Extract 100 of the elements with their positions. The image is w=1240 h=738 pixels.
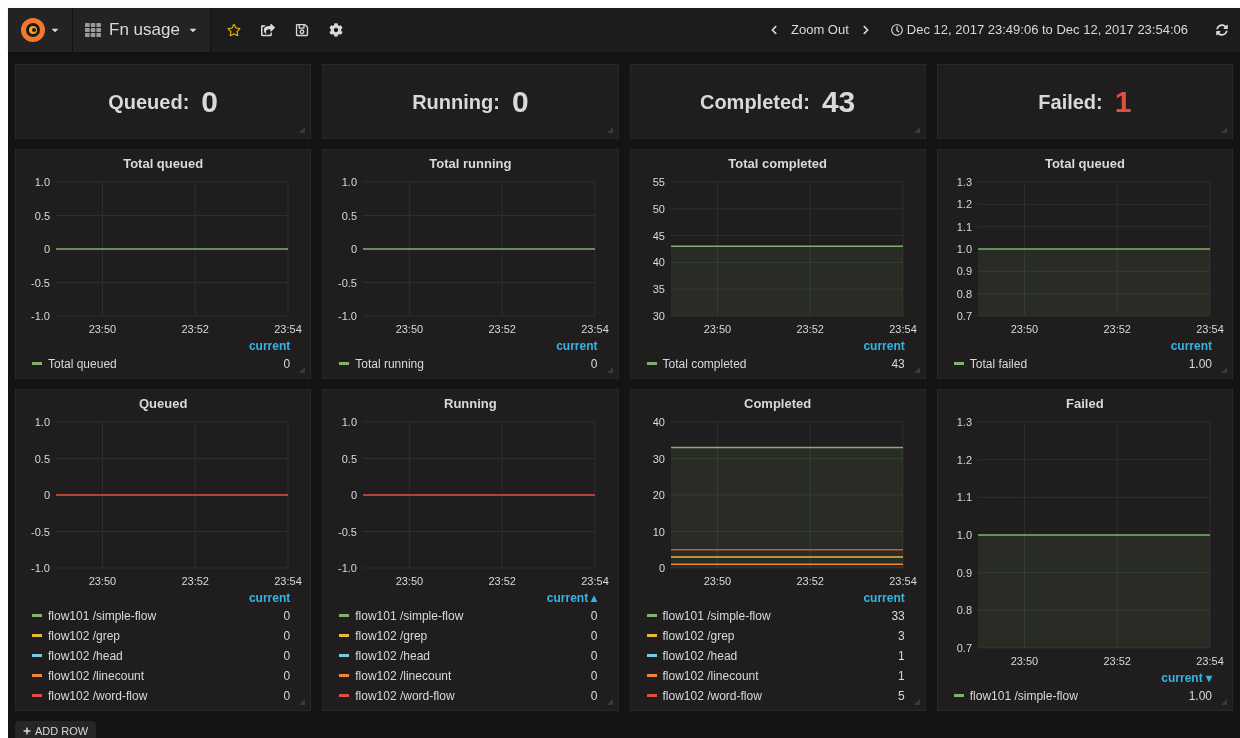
resize-handle-icon[interactable] <box>912 698 921 706</box>
resize-handle-icon[interactable] <box>912 126 921 134</box>
stat-label: Failed: <box>1038 89 1103 115</box>
y-axis-label: -0.5 <box>338 276 358 288</box>
x-axis-label: 23:52 <box>1103 322 1131 335</box>
resize-handle-icon[interactable] <box>298 698 307 706</box>
x-axis-label: 23:50 <box>1010 322 1038 335</box>
share-icon[interactable] <box>260 23 275 37</box>
legend-series-name[interactable]: Total failed <box>969 354 1028 373</box>
legend-series-name[interactable]: Total queued <box>48 354 117 373</box>
y-axis-label: 1.2 <box>956 453 972 466</box>
legend-series-name[interactable]: flow101 /simple-flow <box>969 686 1078 705</box>
y-axis-label: 1.1 <box>956 490 972 503</box>
legend-series-name[interactable]: flow102 /linecount <box>662 666 759 685</box>
legend-current-value: 3 <box>898 627 906 645</box>
legend-header[interactable]: current <box>556 339 598 352</box>
x-axis-label: 23:52 <box>488 322 517 335</box>
y-axis-label: 1.0 <box>341 415 358 428</box>
panel-title[interactable]: Completed <box>744 394 812 414</box>
x-axis-label: 23:52 <box>1103 654 1131 667</box>
legend-header[interactable]: current ▾ <box>1161 671 1212 684</box>
resize-handle-icon[interactable] <box>912 366 921 374</box>
resize-handle-icon[interactable] <box>1220 366 1228 374</box>
save-icon[interactable] <box>294 23 309 37</box>
resize-handle-icon[interactable] <box>605 126 614 134</box>
legend-series-name[interactable]: flow101 /simple-flow <box>355 606 464 625</box>
x-axis-label: 23:50 <box>703 574 731 587</box>
legend-current-value: 0 <box>283 647 292 665</box>
refresh-icon <box>1216 24 1228 36</box>
y-axis-label: 40 <box>652 415 665 428</box>
dashboard-picker[interactable]: Fn usage <box>73 8 211 52</box>
y-axis-label: 0.5 <box>34 209 50 221</box>
resize-handle-icon[interactable] <box>605 366 614 374</box>
panel-title[interactable]: Failed <box>1066 394 1104 414</box>
legend-series-name[interactable]: flow101 /simple-flow <box>662 606 771 625</box>
resize-handle-icon[interactable] <box>298 366 307 374</box>
x-axis-label: 23:52 <box>181 574 209 587</box>
grafana-menu-button[interactable] <box>8 8 73 52</box>
legend-header[interactable]: current <box>863 339 905 352</box>
legend-series-name[interactable]: flow102 /head <box>355 646 430 665</box>
legend-series-name[interactable]: flow102 /head <box>662 646 738 665</box>
y-axis-label: 55 <box>652 175 665 188</box>
x-axis-label: 23:54 <box>581 574 609 587</box>
legend-series-name[interactable]: flow102 /grep <box>355 626 428 645</box>
y-axis-label: 50 <box>652 202 665 215</box>
resize-handle-icon[interactable] <box>1220 126 1228 134</box>
panel-title[interactable]: Queued <box>138 394 188 414</box>
stat-label: Queued: <box>108 89 190 115</box>
panel-title[interactable]: Total queued <box>1044 154 1125 174</box>
zoom-out-button[interactable]: Zoom Out <box>787 20 853 40</box>
resize-handle-icon[interactable] <box>1220 698 1228 706</box>
add-row-button[interactable]: ADD ROW <box>15 721 97 738</box>
legend-header[interactable]: current <box>248 591 291 604</box>
legend-current-value: 1 <box>898 667 906 685</box>
panel-title[interactable]: Running <box>444 394 497 414</box>
legend-series-name[interactable]: flow102 /word-flow <box>355 686 455 705</box>
legend-current-value: 0 <box>283 355 292 373</box>
legend-series-name[interactable]: flow102 /grep <box>662 626 735 645</box>
legend-series-name[interactable]: flow102 /grep <box>48 626 121 645</box>
stat-label: Completed: <box>699 89 810 115</box>
panel-title[interactable]: Total completed <box>728 154 827 174</box>
y-axis-label: 1.0 <box>34 175 50 188</box>
x-axis-label: 23:54 <box>1196 322 1224 335</box>
legend-series-name[interactable]: flow101 /simple-flow <box>48 606 157 625</box>
settings-icon[interactable] <box>328 23 343 37</box>
y-axis-label: 0.5 <box>34 452 50 464</box>
legend-series-name[interactable]: Total completed <box>662 354 747 373</box>
legend-current-value: 43 <box>891 355 906 373</box>
y-axis-label: -0.5 <box>31 525 50 537</box>
y-axis-label: 40 <box>652 255 665 268</box>
y-axis-label: -1.0 <box>31 561 50 574</box>
x-axis-label: 23:54 <box>274 574 302 587</box>
resize-handle-icon[interactable] <box>605 698 614 706</box>
y-axis-label: 35 <box>652 282 665 295</box>
legend-series-name[interactable]: flow102 /word-flow <box>662 686 762 705</box>
resize-handle-icon[interactable] <box>298 126 307 134</box>
chevron-left-icon <box>769 25 780 35</box>
legend-header[interactable]: current <box>863 591 905 604</box>
panel-title[interactable]: Total running <box>429 154 512 174</box>
legend-series-name[interactable]: Total running <box>355 354 424 373</box>
legend-header[interactable]: current <box>1170 339 1212 352</box>
panel-title[interactable]: Total queued <box>123 154 204 174</box>
legend-current-value: 0 <box>283 607 292 625</box>
legend-header[interactable]: current <box>248 339 291 352</box>
legend-series-name[interactable]: flow102 /linecount <box>355 666 452 685</box>
time-range-picker[interactable]: Dec 12, 2017 23:49:06 to Dec 12, 2017 23:54:06 <box>882 20 1196 40</box>
stat-value: 43 <box>821 84 856 120</box>
x-axis-label: 23:52 <box>488 574 517 587</box>
legend-series-name[interactable]: flow102 /head <box>48 646 123 665</box>
y-axis-label: 45 <box>652 229 665 242</box>
y-axis-label: 0.7 <box>956 641 972 654</box>
legend-series-name[interactable]: flow102 /word-flow <box>48 686 148 705</box>
y-axis-label: 0.8 <box>956 603 972 616</box>
x-axis-label: 23:50 <box>395 574 424 587</box>
legend-header[interactable]: current ▴ <box>546 591 598 604</box>
x-axis-label: 23:50 <box>88 574 117 587</box>
legend-current-value: 0 <box>590 607 599 625</box>
star-icon[interactable] <box>226 23 241 37</box>
legend-series-name[interactable]: flow102 /linecount <box>48 666 145 685</box>
y-axis-label: -0.5 <box>338 525 358 537</box>
